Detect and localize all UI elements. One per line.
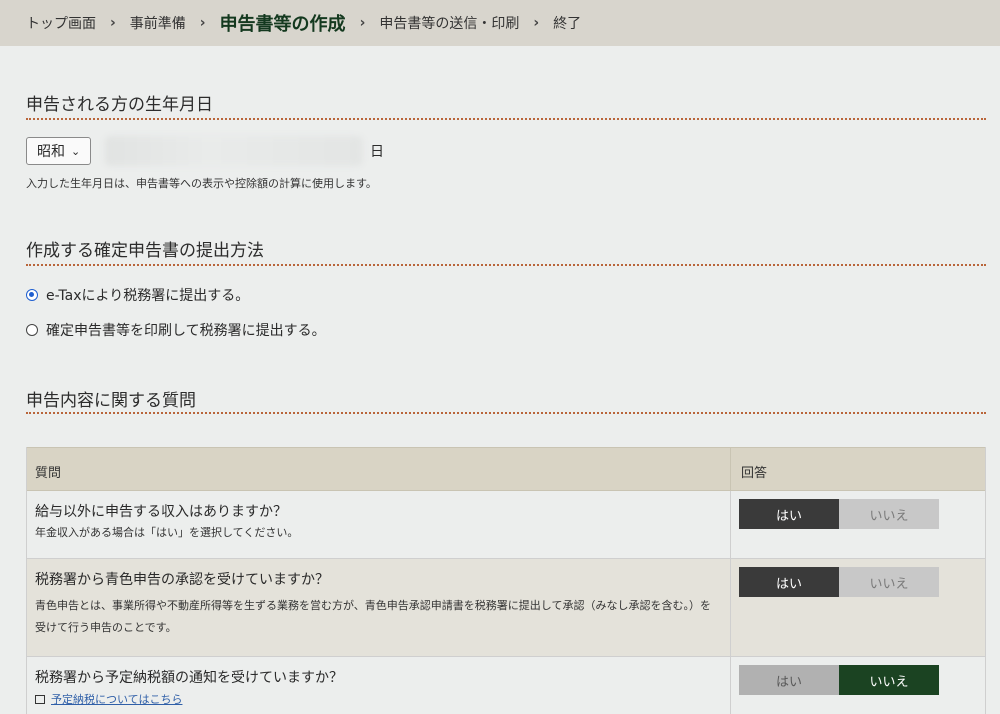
section-divider (26, 118, 986, 120)
radio-label: 確定申告書等を印刷して税務署に提出する。 (46, 323, 326, 339)
table-row: 給与以外に申告する収入はありますか？ 年金収入がある場合は「はい」を選択してくだ… (27, 491, 985, 559)
birthdate-section-title: 申告される方の生年月日 (26, 95, 213, 115)
birthdate-year-month-day-field[interactable] (105, 136, 363, 166)
table-row: 税務署から予定納税額の通知を受けていますか？ 予定納税についてはこちら はい い… (27, 657, 985, 714)
breadcrumb-prep[interactable]: 事前準備 (130, 13, 186, 33)
breadcrumb-send-print: 申告書等の送信・印刷 (379, 16, 520, 32)
question-text: 税務署から予定納税額の通知を受けていますか？ (35, 670, 343, 686)
radio-label: e-Taxにより税務署に提出する。 (46, 288, 250, 304)
question-text: 税務署から青色申告の承認を受けていますか？ (35, 572, 329, 588)
section-divider (26, 412, 986, 414)
era-select[interactable]: 昭和 ⌄ (26, 137, 91, 165)
radio-option-etax[interactable]: e-Taxにより税務署に提出する。 (26, 285, 249, 305)
breadcrumb-top[interactable]: トップ画面 (26, 13, 96, 33)
yes-button[interactable]: はい (739, 665, 839, 695)
era-select-value: 昭和 (37, 144, 65, 160)
chevron-down-icon: ⌄ (71, 144, 81, 158)
question-note: 年金収入がある場合は「はい」を選択してください。 (35, 526, 299, 539)
answer-toggle: はい いいえ (739, 567, 985, 597)
question-text: 給与以外に申告する収入はありますか？ (35, 504, 287, 520)
table-header: 質問 回答 (27, 447, 985, 491)
window-icon (35, 694, 45, 704)
questions-table: 質問 回答 給与以外に申告する収入はありますか？ 年金収入がある場合は「はい」を… (26, 447, 986, 714)
breadcrumb: トップ画面 › 事前準備 › 申告書等の作成 › 申告書等の送信・印刷 › 終了 (0, 0, 1000, 46)
question-note: 青色申告とは、事業所得や不動産所得等を生ずる業務を営む方が、青色申告承認申請書を… (35, 599, 711, 634)
no-button[interactable]: いいえ (839, 665, 939, 695)
radio-selected-icon[interactable] (26, 289, 38, 301)
section-divider (26, 264, 986, 266)
no-button[interactable]: いいえ (839, 499, 939, 529)
chevron-right-icon: › (533, 15, 540, 31)
breadcrumb-current: 申告書等の作成 (219, 14, 346, 35)
method-section-title: 作成する確定申告書の提出方法 (26, 241, 264, 261)
answer-toggle: はい いいえ (739, 499, 985, 529)
radio-unselected-icon[interactable] (26, 324, 38, 336)
answer-toggle: はい いいえ (739, 665, 985, 695)
radio-option-print[interactable]: 確定申告書等を印刷して税務署に提出する。 (26, 320, 326, 340)
info-link-row[interactable]: 予定納税についてはこちら (35, 691, 720, 707)
yes-button[interactable]: はい (739, 499, 839, 529)
no-button[interactable]: いいえ (839, 567, 939, 597)
table-row: 税務署から青色申告の承認を受けていますか？ 青色申告とは、事業所得や不動産所得等… (27, 559, 985, 657)
prepayment-info-link[interactable]: 予定納税についてはこちら (51, 691, 182, 707)
chevron-right-icon: › (110, 15, 116, 31)
yes-button[interactable]: はい (739, 567, 839, 597)
birthdate-help-text: 入力した生年月日は、申告書等への表示や控除額の計算に使用します。 (26, 177, 377, 190)
chevron-right-icon: › (199, 15, 206, 31)
breadcrumb-end: 終了 (553, 16, 582, 32)
questions-section-title: 申告内容に関する質問 (26, 391, 196, 411)
header-question: 質問 (27, 448, 731, 490)
day-label: 日 (370, 144, 384, 160)
header-answer: 回答 (741, 466, 768, 481)
chevron-right-icon: › (359, 15, 366, 31)
